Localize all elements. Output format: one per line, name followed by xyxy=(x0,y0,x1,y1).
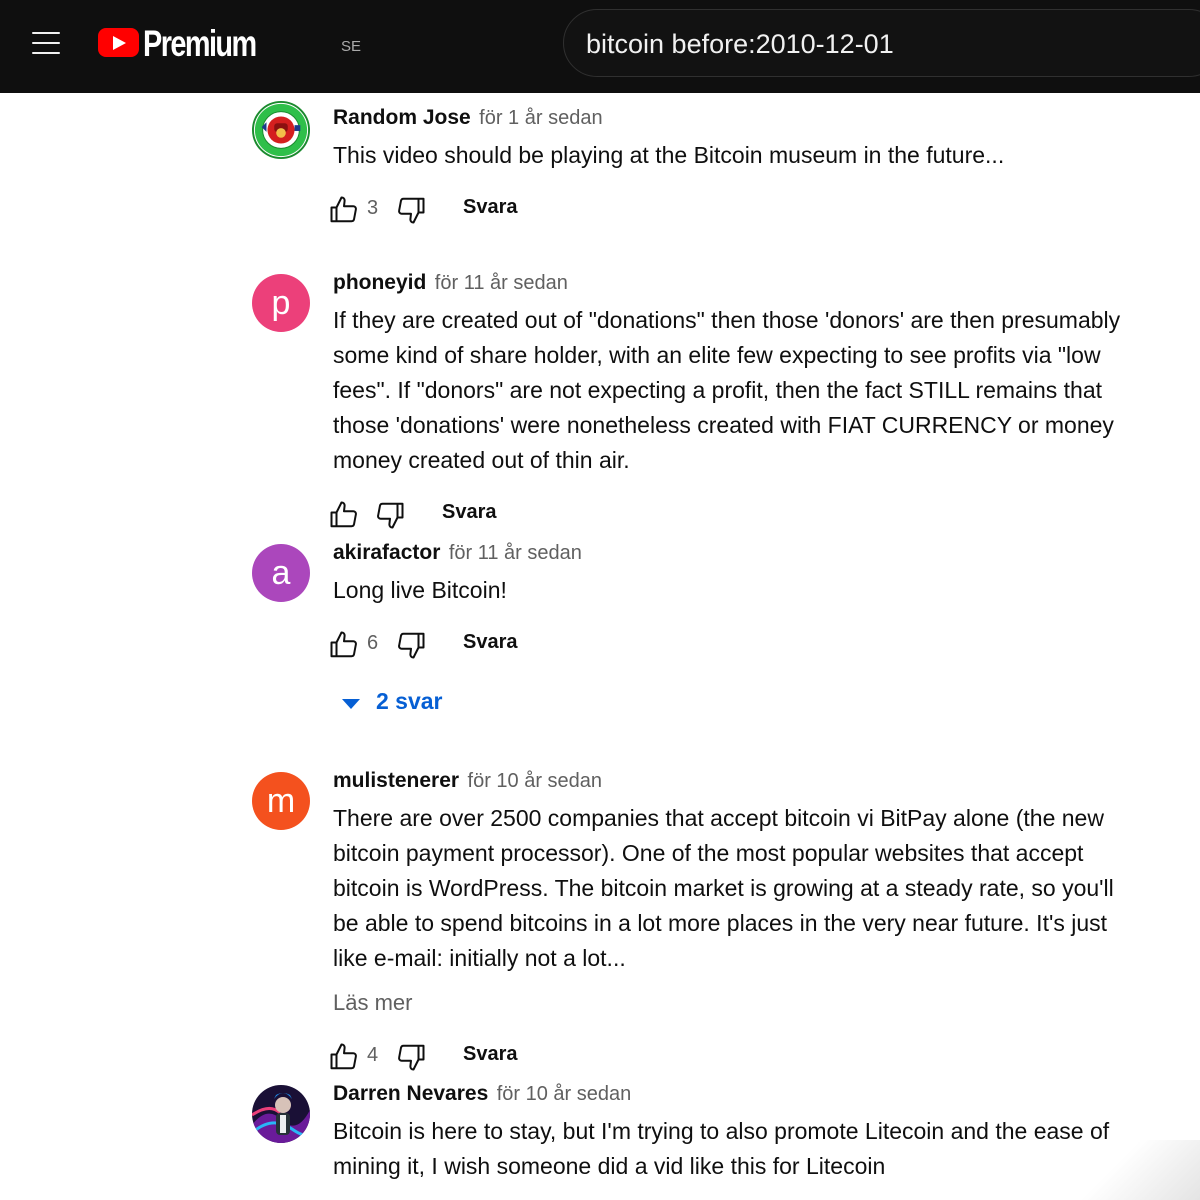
comment-text: There are over 2500 companies that accep… xyxy=(333,805,1114,971)
comment-actions: 3 Svara xyxy=(330,191,1133,231)
avatar-letter: m xyxy=(252,772,310,830)
avatar-letter: p xyxy=(252,274,310,332)
search-input[interactable] xyxy=(586,26,1186,62)
profile-picture-icon xyxy=(252,1085,310,1143)
comment-meta: phoneyid för 11 år sedan xyxy=(333,268,1133,298)
comment-time[interactable]: för 10 år sedan xyxy=(468,770,603,792)
replies-count: 2 svar xyxy=(376,688,443,714)
read-more-button[interactable]: Läs mer xyxy=(333,990,1133,1016)
thumbs-down-icon[interactable] xyxy=(375,500,405,530)
caret-down-icon xyxy=(342,699,360,709)
comment-actions: 4 Svara xyxy=(330,1038,1133,1078)
comment-author[interactable]: Random Jose xyxy=(333,106,471,129)
comment-body: mulistenerer för 10 år sedan There are o… xyxy=(330,766,1133,1078)
search-box[interactable] xyxy=(563,9,1200,77)
comment-body: Random Jose för 1 år sedan This video sh… xyxy=(330,103,1133,231)
view-replies-button[interactable]: 2 svar xyxy=(333,686,1133,722)
avatar[interactable]: p xyxy=(252,268,310,338)
comment-text: Long live Bitcoin! xyxy=(333,577,507,603)
avatar[interactable]: m xyxy=(252,766,310,836)
reply-button[interactable]: Svara xyxy=(442,501,497,524)
user-photo-avatar xyxy=(252,1085,310,1143)
top-bar: Premium SE xyxy=(0,0,1200,93)
thumbs-up-icon[interactable] xyxy=(329,195,359,225)
comment-actions: 6 Svara xyxy=(330,626,1133,666)
reply-button[interactable]: Svara xyxy=(463,1043,518,1066)
logo-text: Premium xyxy=(143,23,257,64)
thumbs-down-icon[interactable] xyxy=(396,195,426,225)
like-count: 6 xyxy=(367,632,379,654)
comment-actions: Svara xyxy=(330,496,1133,536)
comment-author[interactable]: mulistenerer xyxy=(333,769,459,792)
comment-author[interactable]: akirafactor xyxy=(333,541,440,564)
youtube-play-icon xyxy=(98,28,139,57)
comment-body: akirafactor för 11 år sedan Long live Bi… xyxy=(330,538,1133,722)
thumbs-down-icon[interactable] xyxy=(396,630,426,660)
thumbs-up-icon[interactable] xyxy=(329,500,359,530)
thumbs-up-icon[interactable] xyxy=(329,1042,359,1072)
comment-author[interactable]: phoneyid xyxy=(333,271,426,294)
comment-text: This video should be playing at the Bitc… xyxy=(333,142,1005,168)
random-jose-avatar-icon xyxy=(252,101,310,159)
country-code: SE xyxy=(341,38,362,55)
comment-time[interactable]: för 11 år sedan xyxy=(435,272,568,294)
comments-section: Random Jose för 1 år sedan This video sh… xyxy=(0,93,1200,1200)
comment-time[interactable]: för 11 år sedan xyxy=(449,542,582,564)
comment-author[interactable]: Darren Nevares xyxy=(333,1082,488,1105)
comment-time[interactable]: för 10 år sedan xyxy=(497,1083,632,1105)
comment-body: phoneyid för 11 år sedan If they are cre… xyxy=(330,268,1133,536)
comment-meta: mulistenerer för 10 år sedan xyxy=(333,766,1133,796)
thumbs-up-icon[interactable] xyxy=(329,630,359,660)
avatar[interactable] xyxy=(252,95,310,165)
thumbs-down-icon[interactable] xyxy=(396,1042,426,1072)
hamburger-menu-icon[interactable] xyxy=(30,28,64,58)
comment-body: Darren Nevares för 10 år sedan Bitcoin i… xyxy=(333,1079,1133,1184)
comment-meta: akirafactor för 11 år sedan xyxy=(333,538,1133,568)
comment-meta: Random Jose för 1 år sedan xyxy=(333,103,1133,133)
avatar[interactable]: a xyxy=(252,538,310,608)
comment-text: Bitcoin is here to stay, but I'm trying … xyxy=(333,1118,1110,1179)
comment-time[interactable]: för 1 år sedan xyxy=(479,107,602,129)
reply-button[interactable]: Svara xyxy=(463,196,518,219)
avatar-letter: a xyxy=(252,544,310,602)
comment-meta: Darren Nevares för 10 år sedan xyxy=(333,1079,1133,1109)
like-count: 3 xyxy=(367,197,379,219)
comment-text: If they are created out of "donations" t… xyxy=(333,307,1121,473)
reply-button[interactable]: Svara xyxy=(463,631,518,654)
like-count: 4 xyxy=(367,1044,379,1066)
avatar[interactable] xyxy=(252,1079,310,1149)
